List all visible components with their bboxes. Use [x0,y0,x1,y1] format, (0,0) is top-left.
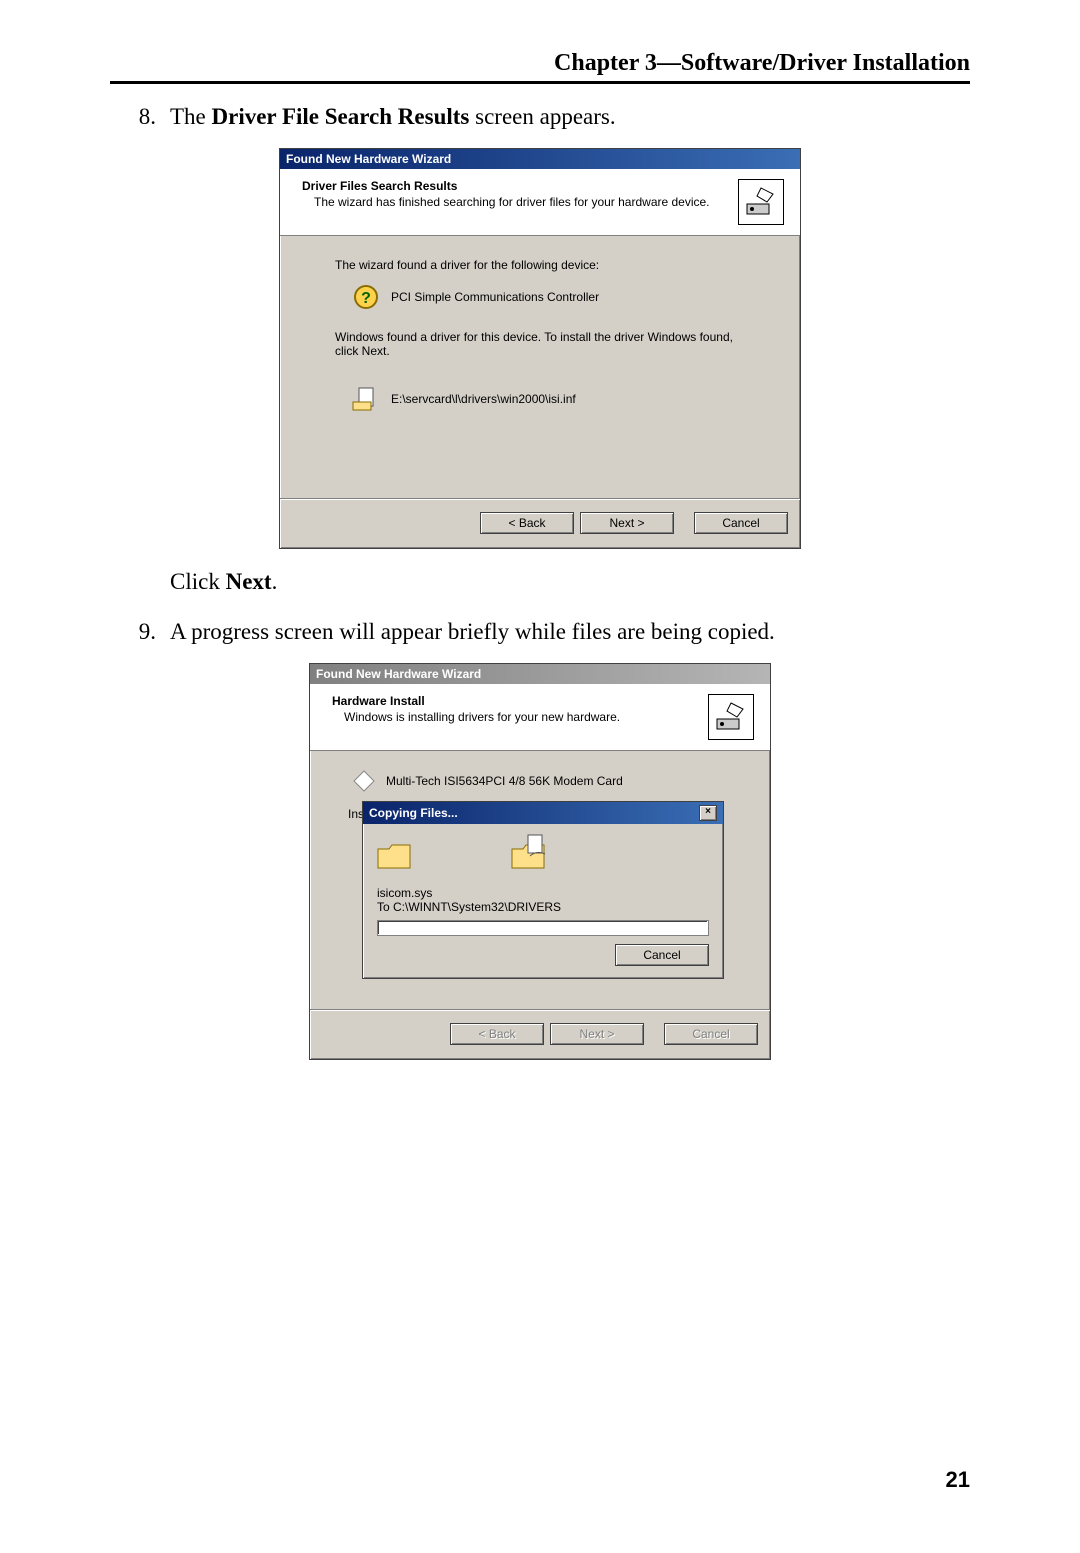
text-line: Windows found a driver for this device. … [335,330,745,358]
text: screen appears. [469,104,615,129]
wizard-window-2: Found New Hardware Wizard Hardware Insta… [309,663,771,1060]
device-name: PCI Simple Communications Controller [391,290,599,304]
wizard-header-title: Hardware Install [332,694,708,708]
bold-term: Driver File Search Results [212,104,470,129]
back-button[interactable]: < Back [480,512,574,534]
wizard-body: The wizard found a driver for the follow… [280,236,800,498]
next-button[interactable]: Next > [580,512,674,534]
text-line: The wizard found a driver for the follow… [335,258,745,272]
chapter-heading: Chapter 3—Software/Driver Installation [110,50,970,84]
inf-file-icon [351,384,381,414]
text: The [170,104,212,129]
copy-animation [377,836,709,876]
screenshot-1: Found New Hardware Wizard Driver Files S… [110,148,970,549]
cancel-button[interactable]: Cancel [694,512,788,534]
step-text: The Driver File Search Results screen ap… [170,104,970,130]
device-row: ? PCI Simple Communications Controller [351,282,745,312]
modem-card-icon [352,769,376,793]
copy-destination: To C:\WINNT\System32\DRIVERS [377,900,709,914]
close-button[interactable]: × [699,805,717,821]
text: Click [170,569,226,594]
back-button: < Back [450,1023,544,1045]
document-page: Chapter 3—Software/Driver Installation 8… [0,0,1080,1553]
titlebar: Found New Hardware Wizard [310,664,770,684]
wizard-header-subtitle: Windows is installing drivers for your n… [332,710,708,724]
inf-path: E:\servcard\l\drivers\win2000\isi.inf [391,392,576,406]
step-text: A progress screen will appear briefly wh… [170,619,970,645]
screenshot-2: Found New Hardware Wizard Hardware Insta… [110,663,970,1060]
step-number: 8. [110,104,170,130]
wizard-header-subtitle: The wizard has finished searching for dr… [302,195,738,209]
text: . [272,569,278,594]
titlebar: Copying Files... × [363,802,723,824]
hardware-wizard-icon [738,179,784,225]
instruction-line: Click Next. [110,569,970,595]
next-button: Next > [550,1023,644,1045]
wizard-header: Hardware Install Windows is installing d… [310,684,770,751]
copy-file-name: isicom.sys [377,886,709,900]
wizard-button-row: < Back Next > Cancel [310,1011,770,1059]
cancel-button[interactable]: Cancel [615,944,709,966]
titlebar: Found New Hardware Wizard [280,149,800,169]
progress-bar [377,920,709,936]
bold-term: Next [226,569,272,594]
cancel-button: Cancel [664,1023,758,1045]
folder-source-icon [377,843,411,869]
wizard-window-1: Found New Hardware Wizard Driver Files S… [279,148,801,549]
copying-files-dialog: Copying Files... × [362,801,724,979]
dialog-title: Copying Files... [369,806,458,820]
unknown-device-icon: ? [351,282,381,312]
wizard-body: Multi-Tech ISI5634PCI 4/8 56K Modem Card… [310,751,770,1009]
inf-row: E:\servcard\l\drivers\win2000\isi.inf [351,384,745,414]
hardware-wizard-icon [708,694,754,740]
device-row: Multi-Tech ISI5634PCI 4/8 56K Modem Card [352,769,732,793]
step-number: 9. [110,619,170,645]
svg-text:?: ? [361,290,371,307]
wizard-header-title: Driver Files Search Results [302,179,738,193]
page-number: 21 [946,1467,970,1493]
wizard-button-row: < Back Next > Cancel [280,500,800,548]
step-9: 9. A progress screen will appear briefly… [110,619,970,645]
flying-page-icon [527,834,547,858]
step-8: 8. The Driver File Search Results screen… [110,104,970,130]
device-name: Multi-Tech ISI5634PCI 4/8 56K Modem Card [386,774,623,788]
wizard-header: Driver Files Search Results The wizard h… [280,169,800,236]
